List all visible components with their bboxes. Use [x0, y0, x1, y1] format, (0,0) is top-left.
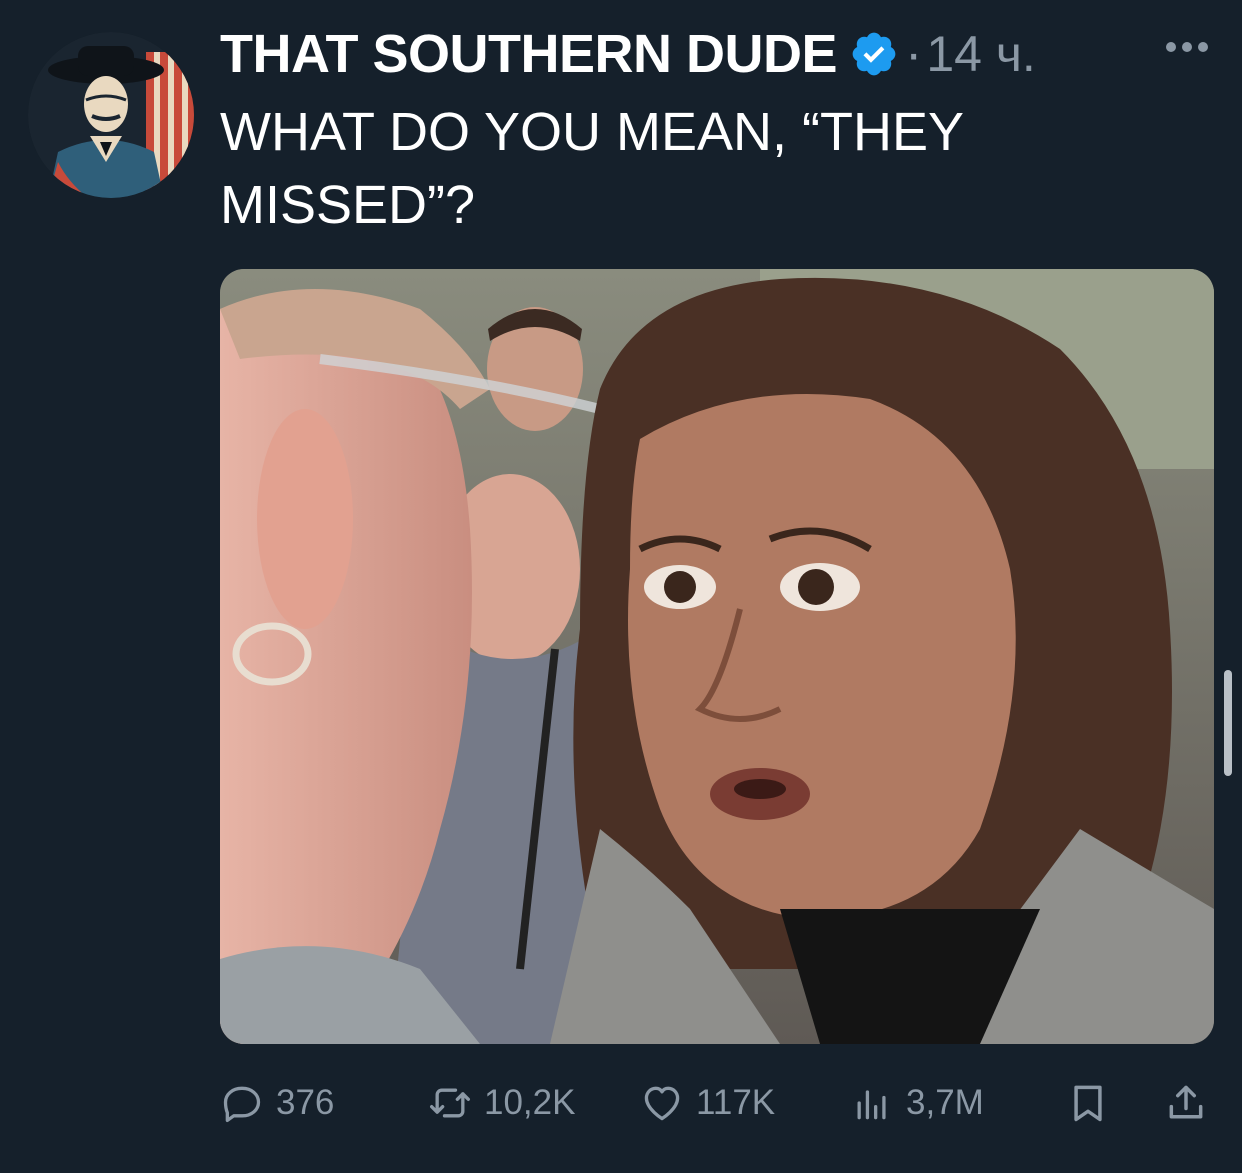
- retweet-icon: [430, 1088, 470, 1118]
- scrollbar-thumb[interactable]: [1224, 670, 1232, 776]
- views-count: 3,7M: [906, 1083, 984, 1122]
- reply-bubble-icon: [223, 1086, 261, 1123]
- reply-count: 376: [276, 1083, 335, 1122]
- ellipsis-icon[interactable]: [1164, 40, 1210, 54]
- separator-dot: ·: [904, 25, 923, 83]
- photo-image: [220, 269, 1214, 1044]
- retweet-count: 10,2K: [484, 1083, 576, 1122]
- tweet-text: WHAT DO YOU MEAN, “THEY MISSED”?: [220, 102, 964, 235]
- views-button[interactable]: 3,7M: [850, 1080, 984, 1126]
- share-button[interactable]: [1164, 1080, 1208, 1126]
- share-icon: [1169, 1085, 1203, 1119]
- views-chart-icon: [857, 1090, 886, 1120]
- reply-button[interactable]: 376: [220, 1080, 334, 1126]
- like-count: 117K: [696, 1083, 776, 1122]
- like-button[interactable]: 117K: [640, 1080, 775, 1126]
- tweet-header: THAT SOUTHERN DUDE · 14 ч.: [220, 22, 1210, 86]
- tweet-media[interactable]: [220, 269, 1214, 1044]
- retweet-button[interactable]: 10,2K: [428, 1080, 575, 1126]
- tweet-actions: 376 10,2K 117K 3,7M: [220, 1080, 1214, 1126]
- avatar-image: [28, 32, 194, 198]
- author-name[interactable]: THAT SOUTHERN DUDE: [220, 23, 837, 85]
- tweet-timestamp[interactable]: 14 ч.: [926, 25, 1035, 83]
- author-avatar[interactable]: [28, 32, 194, 198]
- bookmark-button[interactable]: [1066, 1080, 1110, 1126]
- bookmark-icon: [1074, 1085, 1102, 1122]
- heart-icon: [644, 1086, 680, 1121]
- verified-badge-icon[interactable]: [849, 29, 899, 79]
